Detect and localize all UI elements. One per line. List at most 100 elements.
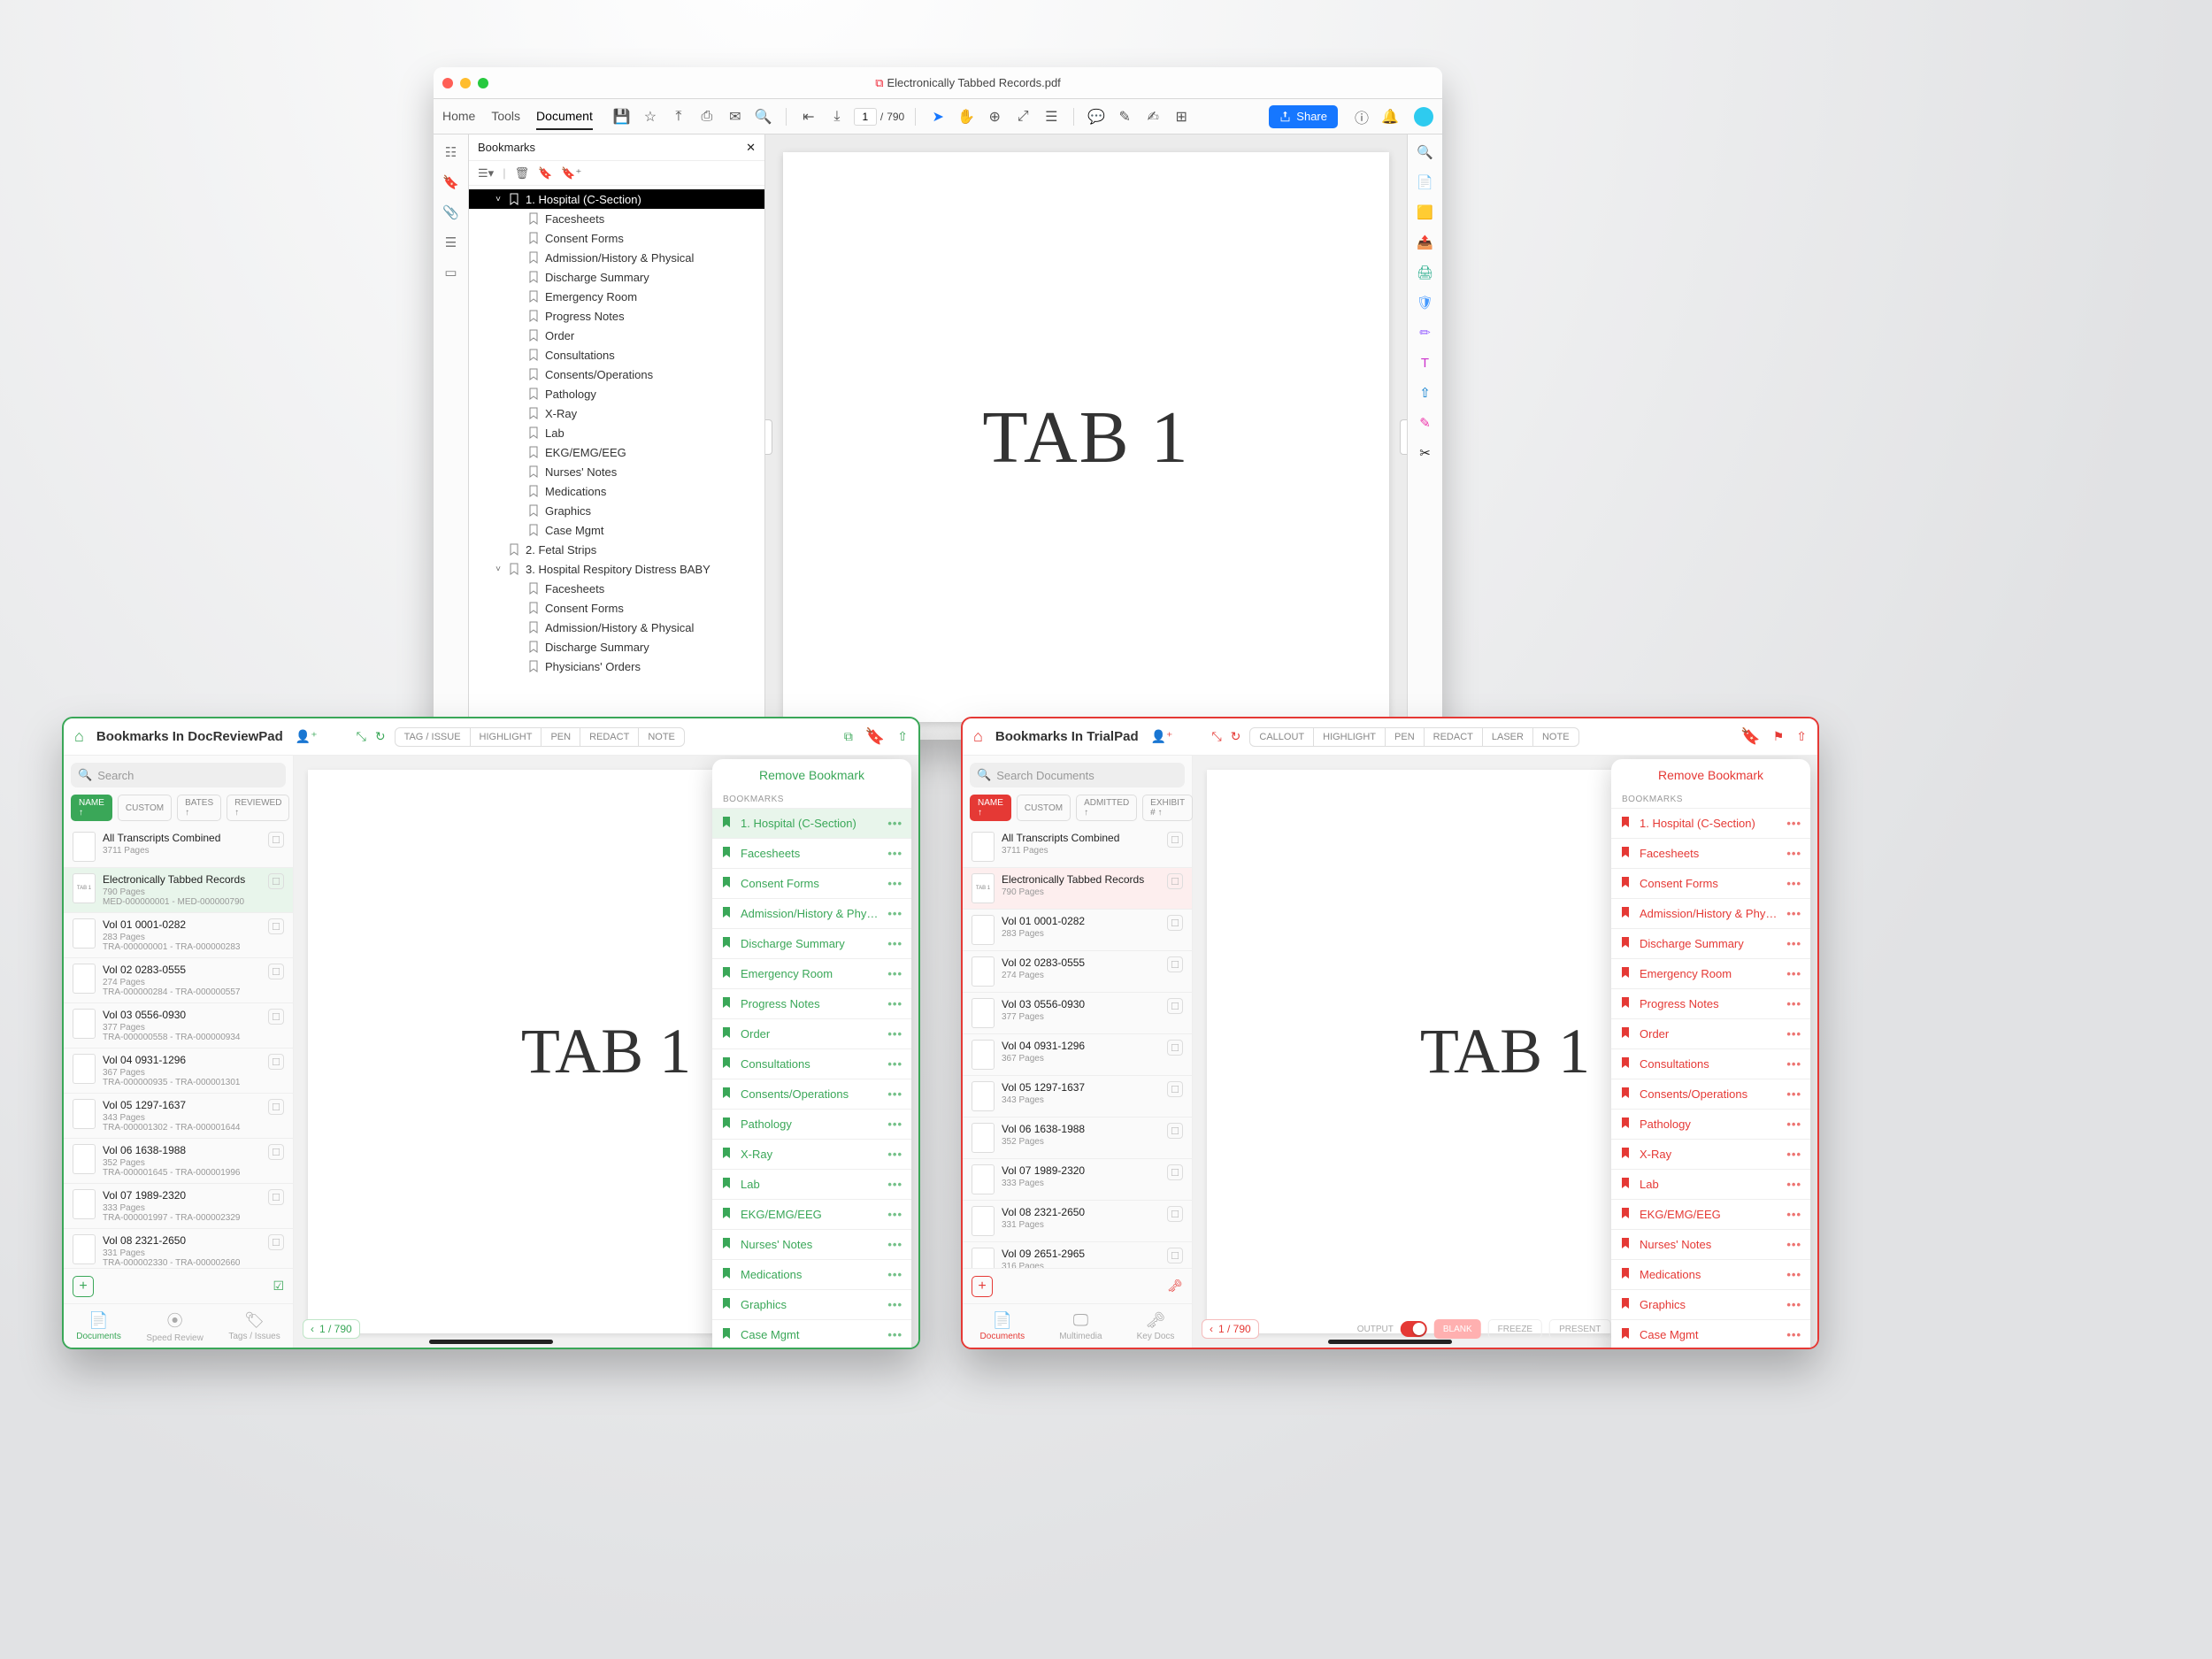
seg-redact[interactable]: REDACT xyxy=(1425,728,1483,746)
doc-status-badge[interactable]: ☐ xyxy=(268,1009,284,1025)
bookmark-row[interactable]: EKG/EMG/EEG ••• xyxy=(712,1199,911,1229)
popover-title[interactable]: Remove Bookmark xyxy=(712,759,911,791)
bookmark-row[interactable]: Progress Notes xyxy=(469,306,764,326)
bookmark-row[interactable]: Physicians' Orders xyxy=(469,657,764,676)
bookmark-more-icon[interactable]: ••• xyxy=(1786,907,1801,920)
bookmark-row[interactable]: Consultations xyxy=(469,345,764,365)
document-row[interactable]: Vol 08 2321-2650 331 Pages ☐ xyxy=(963,1201,1192,1242)
bookmark-row[interactable]: ˅ 1. Hospital (C-Section) xyxy=(469,189,764,209)
bookmark-row[interactable]: EKG/EMG/EEG xyxy=(469,442,764,462)
bookmark-more-icon[interactable]: ••• xyxy=(1786,847,1801,860)
minimize-window[interactable] xyxy=(460,78,471,88)
doc-status-badge[interactable]: ☐ xyxy=(268,1189,284,1205)
bookmark-row[interactable]: Case Mgmt ••• xyxy=(712,1319,911,1348)
share-icon[interactable]: ⇧ xyxy=(897,729,908,744)
document-row[interactable]: All Transcripts Combined 3711 Pages ☐ xyxy=(963,826,1192,868)
seg-laser[interactable]: LASER xyxy=(1483,728,1533,746)
seg-callout[interactable]: CALLOUT xyxy=(1250,728,1314,746)
bookmark-row[interactable]: X-Ray xyxy=(469,403,764,423)
bookmark-row[interactable]: Admission/History & Physical xyxy=(469,618,764,637)
stamp-icon[interactable]: ⊞ xyxy=(1170,105,1193,128)
tab-documents[interactable]: 📄Documents xyxy=(76,1311,121,1341)
doc-status-badge[interactable]: ☐ xyxy=(1167,1248,1183,1263)
zoom-icon[interactable]: ⊕ xyxy=(983,105,1006,128)
document-list[interactable]: All Transcripts Combined 3711 Pages ☐TAB… xyxy=(64,826,293,1268)
document-row[interactable]: Vol 02 0283-0555 274 Pages ☐ xyxy=(963,951,1192,993)
page-navigator[interactable]: ‹ 1 / 790 xyxy=(303,1319,360,1339)
bookmark-row[interactable]: 1. Hospital (C-Section) ••• xyxy=(712,808,911,838)
bookmark-more-icon[interactable]: ••• xyxy=(1786,1027,1801,1041)
seg-high[interactable]: HIGHLIGHT xyxy=(1314,728,1386,746)
bookmark-row[interactable]: Lab ••• xyxy=(712,1169,911,1199)
seg-pen[interactable]: PEN xyxy=(1386,728,1425,746)
first-page-icon[interactable]: ⇤ xyxy=(797,105,820,128)
output-switch[interactable] xyxy=(1401,1321,1427,1337)
prev-page-icon[interactable]: ⤓ xyxy=(826,105,849,128)
sort-reviewed[interactable]: REVIEWED ↑ xyxy=(227,795,289,821)
bookmark-row[interactable]: Progress Notes ••• xyxy=(1611,988,1810,1018)
upload-icon[interactable]: ⤒ xyxy=(667,105,690,128)
bookmark-more-icon[interactable]: ••• xyxy=(1786,1057,1801,1071)
rotate-icon[interactable]: ↻ xyxy=(1231,729,1241,744)
tab-tags[interactable]: 🏷Tags / Issues xyxy=(228,1311,280,1341)
document-row[interactable]: Vol 06 1638-1988 352 Pages TRA-000001645… xyxy=(64,1139,293,1184)
bookmark-more-icon[interactable]: ••• xyxy=(887,1328,902,1341)
bookmark-row[interactable]: Progress Notes ••• xyxy=(712,988,911,1018)
layout-dropdown-icon[interactable]: ☰▾ xyxy=(478,166,494,180)
save-icon[interactable]: 💾 xyxy=(611,105,634,128)
doc-status-badge[interactable]: ☐ xyxy=(1167,998,1183,1014)
doc-status-badge[interactable]: ☐ xyxy=(268,1144,284,1160)
bookmark-more-icon[interactable]: ••• xyxy=(887,1087,902,1101)
doc-status-badge[interactable]: ☐ xyxy=(268,1234,284,1250)
bookmark-row[interactable]: Consent Forms ••• xyxy=(1611,868,1810,898)
sort-bates[interactable]: BATES ↑ xyxy=(177,795,221,821)
fields-icon[interactable]: ▭ xyxy=(441,262,462,283)
seg-pen[interactable]: PEN xyxy=(541,728,580,746)
document-row[interactable]: Vol 01 0001-0282 283 Pages TRA-000000001… xyxy=(64,913,293,958)
bookmark-row[interactable]: 1. Hospital (C-Section) ••• xyxy=(1611,808,1810,838)
bookmark-row[interactable]: Discharge Summary ••• xyxy=(712,928,911,958)
page-ocr-icon[interactable]: 📄 xyxy=(1415,172,1436,193)
print-color-icon[interactable]: 🖨 xyxy=(1415,262,1436,283)
bookmark-more-icon[interactable]: ••• xyxy=(1786,1208,1801,1221)
bookmark-more-icon[interactable]: ••• xyxy=(887,1057,902,1071)
sort-name[interactable]: NAME ↑ xyxy=(970,795,1011,821)
caret-icon[interactable]: ˅ xyxy=(494,565,503,574)
sort-exhibit[interactable]: EXHIBIT # ↑ xyxy=(1142,795,1193,821)
bookmark-more-icon[interactable]: ••• xyxy=(887,1238,902,1251)
bookmark-more-icon[interactable]: ••• xyxy=(1786,937,1801,950)
bookmark-row[interactable]: Facesheets xyxy=(469,209,764,228)
bookmark-row[interactable]: Facesheets ••• xyxy=(1611,838,1810,868)
bookmark-row[interactable]: Lab xyxy=(469,423,764,442)
bookmark-row[interactable]: Discharge Summary ••• xyxy=(1611,928,1810,958)
bookmark-more-icon[interactable]: ••• xyxy=(887,1148,902,1161)
document-row[interactable]: TAB 1 Electronically Tabbed Records 790 … xyxy=(64,868,293,913)
bookmark-row[interactable]: Discharge Summary xyxy=(469,637,764,657)
bookmark-row[interactable]: Order xyxy=(469,326,764,345)
page-input[interactable] xyxy=(854,108,877,126)
document-row[interactable]: TAB 1 Electronically Tabbed Records 790 … xyxy=(963,868,1192,910)
tab-tools[interactable]: Tools xyxy=(491,104,520,130)
bookmark-row[interactable]: Medications ••• xyxy=(712,1259,911,1289)
document-row[interactable]: Vol 05 1297-1637 343 Pages TRA-000001302… xyxy=(64,1094,293,1139)
compare-icon[interactable]: ⧉ xyxy=(844,729,853,744)
doc-status-badge[interactable]: ☐ xyxy=(1167,1123,1183,1139)
star-icon[interactable]: ☆ xyxy=(639,105,662,128)
bookmark-row[interactable]: Discharge Summary xyxy=(469,267,764,287)
bookmark-more-icon[interactable]: ••• xyxy=(887,1118,902,1131)
export-icon[interactable]: 📤 xyxy=(1415,232,1436,253)
mode-present[interactable]: PRESENT xyxy=(1549,1319,1610,1339)
doc-status-badge[interactable]: ☐ xyxy=(1167,1206,1183,1222)
bookmark-more-icon[interactable]: ••• xyxy=(887,1178,902,1191)
search-icon[interactable]: 🔍 xyxy=(752,105,775,128)
bookmark-row[interactable]: Nurses' Notes ••• xyxy=(712,1229,911,1259)
add-doc-button[interactable]: + xyxy=(972,1276,993,1297)
add-doc-button[interactable]: + xyxy=(73,1276,94,1297)
tab-document[interactable]: Document xyxy=(536,104,593,130)
share-color-icon[interactable]: ⇧ xyxy=(1415,382,1436,403)
bookmark-row[interactable]: Pathology ••• xyxy=(712,1109,911,1139)
flag-icon[interactable]: ⚑ xyxy=(1773,729,1785,744)
bookmark-row[interactable]: Graphics xyxy=(469,501,764,520)
document-row[interactable]: Vol 04 0931-1296 367 Pages ☐ xyxy=(963,1034,1192,1076)
bookmark-row[interactable]: ˅ 3. Hospital Respitory Distress BABY xyxy=(469,559,764,579)
